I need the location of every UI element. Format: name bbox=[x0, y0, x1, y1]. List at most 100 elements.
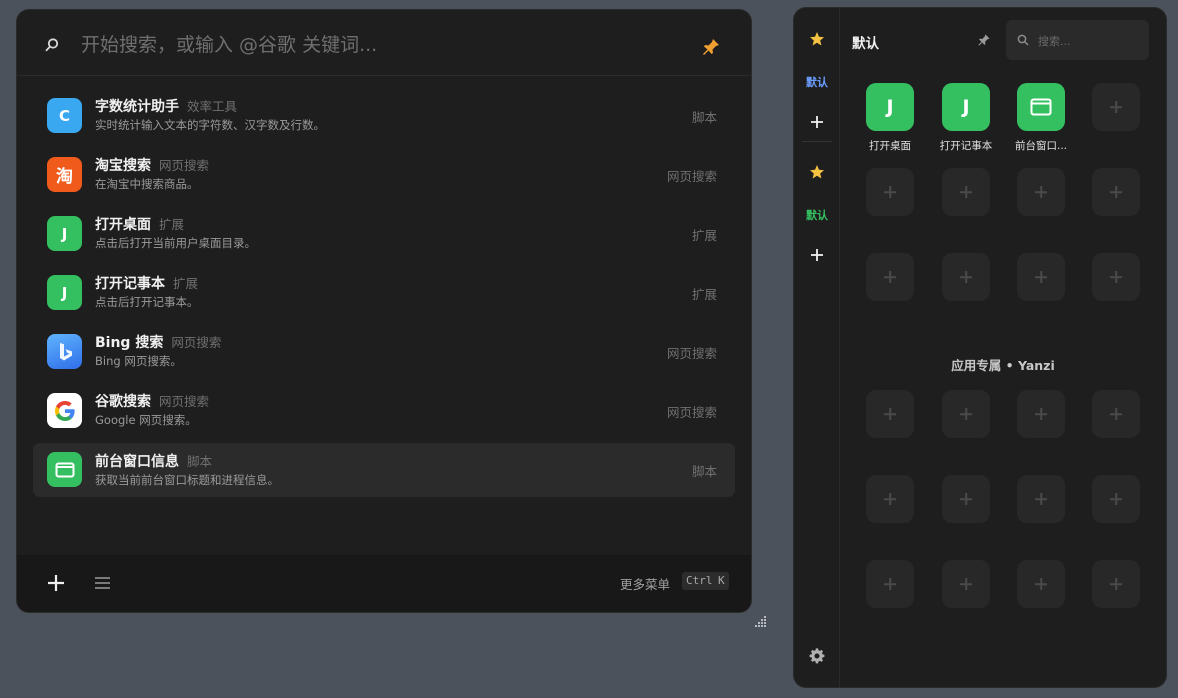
quick-panel: 默认 默认 默认 J 打开桌面 J 打开记 bbox=[794, 8, 1166, 687]
result-item-bing[interactable]: Bing 搜索 网页搜索 Bing 网页搜索。 网页搜索 bbox=[33, 323, 735, 382]
add-icon[interactable] bbox=[46, 573, 66, 593]
result-type: 网页搜索 bbox=[666, 405, 717, 420]
pin-icon[interactable] bbox=[977, 33, 991, 47]
result-description: 获取当前前台窗口标题和进程信息。 bbox=[95, 473, 279, 487]
empty-slot[interactable] bbox=[1092, 168, 1140, 216]
result-list: C 字数统计助手 效率工具 实时统计输入文本的字符数、汉字数及行数。 脚本 淘 淘… bbox=[33, 87, 735, 497]
result-name: Bing 搜索 bbox=[95, 335, 164, 351]
result-category: 网页搜索 bbox=[159, 158, 210, 173]
result-type: 脚本 bbox=[691, 464, 717, 479]
empty-slot[interactable] bbox=[1017, 390, 1065, 438]
empty-slot[interactable] bbox=[866, 560, 914, 608]
result-title: 打开桌面 扩展 bbox=[95, 214, 184, 234]
result-category: 扩展 bbox=[159, 217, 185, 232]
search-icon bbox=[1017, 34, 1029, 46]
result-item-open-desktop[interactable]: J 打开桌面 扩展 点击后打开当前用户桌面目录。 扩展 bbox=[33, 205, 735, 264]
empty-slot[interactable] bbox=[1092, 560, 1140, 608]
result-description: 在淘宝中搜索商品。 bbox=[95, 177, 199, 191]
section-label-app-specific: 应用专属 • Yanzi bbox=[951, 358, 1055, 373]
result-item-google[interactable]: 谷歌搜索 网页搜索 Google 网页搜索。 网页搜索 bbox=[33, 382, 735, 441]
result-title: 字数统计助手 效率工具 bbox=[95, 96, 237, 116]
result-type: 扩展 bbox=[691, 287, 717, 302]
star-icon[interactable] bbox=[809, 164, 825, 180]
add-group-icon[interactable] bbox=[810, 248, 824, 262]
result-description: 点击后打开当前用户桌面目录。 bbox=[95, 236, 256, 250]
empty-slot[interactable] bbox=[1092, 253, 1140, 301]
letter-j-icon: J bbox=[47, 275, 82, 310]
result-title: 淘宝搜索 网页搜索 bbox=[95, 155, 209, 175]
search-input[interactable] bbox=[79, 31, 643, 59]
window-glyph bbox=[55, 462, 74, 477]
empty-slot[interactable] bbox=[1017, 253, 1065, 301]
window-icon bbox=[47, 452, 82, 487]
empty-slot[interactable] bbox=[942, 168, 990, 216]
empty-slot[interactable] bbox=[866, 253, 914, 301]
empty-slot[interactable] bbox=[1017, 560, 1065, 608]
icon-letter: J bbox=[61, 283, 68, 302]
result-title: Bing 搜索 网页搜索 bbox=[95, 332, 221, 352]
resize-grip-icon[interactable] bbox=[753, 614, 767, 628]
result-item-word-count[interactable]: C 字数统计助手 效率工具 实时统计输入文本的字符数、汉字数及行数。 脚本 bbox=[33, 87, 735, 146]
empty-slot[interactable] bbox=[1017, 475, 1065, 523]
result-category: 脚本 bbox=[187, 454, 213, 469]
empty-slot[interactable] bbox=[1092, 390, 1140, 438]
star-icon[interactable] bbox=[809, 31, 825, 47]
empty-slot[interactable] bbox=[866, 390, 914, 438]
empty-slot[interactable] bbox=[942, 253, 990, 301]
bing-icon bbox=[47, 334, 82, 369]
icon-letter: 淘 bbox=[56, 167, 73, 187]
empty-slot[interactable] bbox=[1092, 475, 1140, 523]
result-type: 扩展 bbox=[691, 228, 717, 243]
result-description: 点击后打开记事本。 bbox=[95, 295, 199, 309]
empty-slot[interactable] bbox=[1092, 83, 1140, 131]
rail-group-default-2[interactable]: 默认 bbox=[794, 207, 840, 223]
empty-slot[interactable] bbox=[942, 560, 990, 608]
rail-group-default-1[interactable]: 默认 bbox=[794, 74, 840, 90]
result-category: 网页搜索 bbox=[159, 394, 210, 409]
result-description: 实时统计输入文本的字符数、汉字数及行数。 bbox=[95, 118, 325, 132]
more-menu-label[interactable]: 更多菜单 bbox=[620, 574, 670, 593]
menu-icon[interactable] bbox=[94, 575, 111, 591]
empty-slot[interactable] bbox=[866, 475, 914, 523]
result-item-foreground-window[interactable]: 前台窗口信息 脚本 获取当前前台窗口标题和进程信息。 脚本 bbox=[33, 443, 735, 497]
result-description: Bing 网页搜索。 bbox=[95, 354, 182, 368]
search-icon bbox=[45, 38, 59, 52]
group-rail: 默认 默认 bbox=[794, 8, 840, 687]
result-title: 谷歌搜索 网页搜索 bbox=[95, 391, 209, 411]
result-type: 网页搜索 bbox=[666, 169, 717, 184]
result-category: 网页搜索 bbox=[171, 335, 222, 350]
result-name: 打开记事本 bbox=[95, 276, 165, 292]
bing-logo bbox=[59, 342, 72, 360]
letter-c-icon: C bbox=[47, 98, 82, 133]
icon-letter: C bbox=[58, 106, 70, 125]
icon-letter: J bbox=[61, 224, 68, 243]
empty-slot[interactable] bbox=[942, 390, 990, 438]
add-group-icon[interactable] bbox=[810, 115, 824, 129]
letter-j-icon: J bbox=[47, 216, 82, 251]
google-icon bbox=[47, 393, 82, 428]
rail-divider bbox=[802, 141, 832, 142]
result-name: 谷歌搜索 bbox=[95, 394, 151, 410]
empty-slot[interactable] bbox=[942, 475, 990, 523]
tile-foreground-window[interactable] bbox=[1017, 83, 1065, 131]
pin-icon[interactable] bbox=[701, 37, 721, 57]
result-title: 前台窗口信息 脚本 bbox=[95, 451, 212, 471]
result-category: 扩展 bbox=[173, 276, 199, 291]
taobao-icon: 淘 bbox=[47, 157, 82, 192]
result-name: 淘宝搜索 bbox=[95, 158, 151, 174]
panel-search-input[interactable] bbox=[1036, 31, 1145, 51]
tile-open-notepad[interactable]: J bbox=[942, 83, 990, 131]
tile-open-desktop[interactable]: J bbox=[866, 83, 914, 131]
launcher-window: C 字数统计助手效率工具 实时统计输入文本的字符数、汉字数及行数。 脚本 淘 淘… bbox=[17, 10, 751, 612]
result-item-open-notepad[interactable]: J 打开记事本 扩展 点击后打开记事本。 扩展 bbox=[33, 264, 735, 323]
launcher-footer: 更多菜单 Ctrl K bbox=[17, 555, 751, 612]
result-name: 前台窗口信息 bbox=[95, 454, 179, 470]
empty-slot[interactable] bbox=[866, 168, 914, 216]
result-title: 打开记事本 扩展 bbox=[95, 273, 198, 293]
gear-icon[interactable] bbox=[809, 648, 825, 664]
result-item-taobao[interactable]: 淘 淘宝搜索 网页搜索 在淘宝中搜索商品。 网页搜索 bbox=[33, 146, 735, 205]
kbd-k: K bbox=[714, 572, 729, 590]
result-name: 打开桌面 bbox=[95, 217, 151, 233]
search-bar bbox=[17, 10, 751, 76]
empty-slot[interactable] bbox=[1017, 168, 1065, 216]
